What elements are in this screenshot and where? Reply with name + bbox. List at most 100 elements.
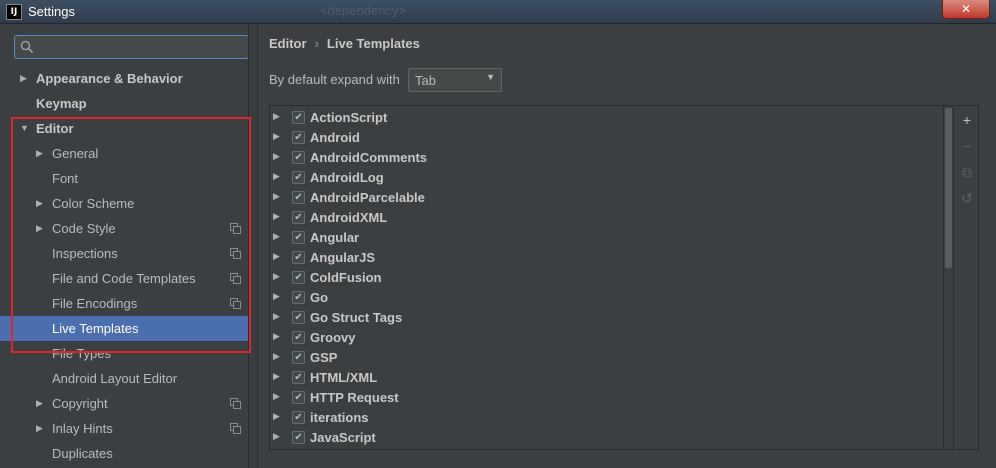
template-group-row[interactable]: ▶ ✔ AndroidComments [270, 148, 940, 168]
template-group-row[interactable]: ▶ ✔ AngularJS [270, 248, 940, 268]
expand-arrow-icon[interactable]: ▶ [273, 131, 280, 142]
remove-icon[interactable]: − [957, 136, 977, 156]
sidebar-scrollbar[interactable] [248, 24, 257, 468]
template-group-row[interactable]: ▶ ✔ Groovy [270, 328, 940, 348]
template-group-row[interactable]: ▶ ✔ HTML/XML [270, 368, 940, 388]
sidebar-item-label: Font [52, 171, 79, 186]
expand-arrow-icon[interactable]: ▶ [273, 211, 280, 222]
add-icon[interactable]: + [957, 110, 977, 130]
template-group-checkbox[interactable]: ✔ [292, 311, 305, 324]
expand-arrow-icon[interactable]: ▶ [273, 331, 280, 342]
window-title-bar: IJ Settings <dependency> ✕ [0, 0, 996, 24]
sidebar-item-duplicates[interactable]: Duplicates [0, 441, 257, 466]
expand-arrow-icon[interactable]: ▶ [273, 171, 280, 182]
sidebar-item-file-and-code-templates[interactable]: File and Code Templates [0, 266, 257, 291]
sidebar-item-general[interactable]: ▶ General [0, 141, 257, 166]
expand-arrow-icon[interactable]: ▶ [273, 351, 280, 362]
expand-arrow-icon[interactable]: ▶ [36, 416, 43, 441]
template-group-checkbox[interactable]: ✔ [292, 131, 305, 144]
expand-arrow-icon[interactable]: ▶ [273, 291, 280, 302]
expand-with-select[interactable]: Tab ▼ [408, 68, 502, 92]
sidebar-item-inspections[interactable]: Inspections [0, 241, 257, 266]
template-group-checkbox[interactable]: ✔ [292, 391, 305, 404]
sidebar-item-appearance-behavior[interactable]: ▶ Appearance & Behavior [0, 66, 257, 91]
expand-arrow-icon[interactable]: ▶ [20, 66, 27, 91]
expand-arrow-icon[interactable]: ▶ [273, 271, 280, 282]
template-group-checkbox[interactable]: ✔ [292, 191, 305, 204]
window-title: Settings [28, 4, 75, 19]
template-group-row[interactable]: ▶ ✔ Android [270, 128, 940, 148]
breadcrumb: Editor › Live Templates [269, 36, 420, 51]
template-group-checkbox[interactable]: ✔ [292, 431, 305, 444]
expand-arrow-icon[interactable]: ▶ [273, 251, 280, 262]
expand-arrow-icon[interactable]: ▶ [36, 391, 43, 416]
template-group-row[interactable]: ▶ ✔ ActionScript [270, 108, 940, 128]
template-group-row[interactable]: ▶ ✔ AndroidLog [270, 168, 940, 188]
sidebar-item-keymap[interactable]: Keymap [0, 91, 257, 116]
template-group-name: HTTP Request [310, 390, 399, 405]
settings-search-box[interactable] [14, 35, 249, 59]
breadcrumb-parent[interactable]: Editor [269, 36, 307, 51]
sidebar-item-android-layout-editor[interactable]: Android Layout Editor [0, 366, 257, 391]
sidebar-item-inlay-hints[interactable]: ▶ Inlay Hints [0, 416, 257, 441]
sidebar-item-font[interactable]: Font [0, 166, 257, 191]
template-group-checkbox[interactable]: ✔ [292, 211, 305, 224]
template-group-row[interactable]: ▶ ✔ GSP [270, 348, 940, 368]
expand-arrow-icon[interactable]: ▶ [273, 371, 280, 382]
template-group-checkbox[interactable]: ✔ [292, 111, 305, 124]
expand-arrow-icon[interactable]: ▶ [36, 141, 43, 166]
sidebar-item-label: File Encodings [52, 296, 138, 311]
sidebar-item-code-style[interactable]: ▶ Code Style [0, 216, 257, 241]
template-group-name: ActionScript [310, 110, 388, 125]
template-group-row[interactable]: ▶ ✔ ColdFusion [270, 268, 940, 288]
sidebar-item-color-scheme[interactable]: ▶ Color Scheme [0, 191, 257, 216]
template-group-checkbox[interactable]: ✔ [292, 251, 305, 264]
expand-arrow-icon[interactable]: ▶ [273, 151, 280, 162]
expand-arrow-icon[interactable]: ▶ [36, 216, 43, 241]
template-group-row[interactable]: ▶ ✔ AndroidXML [270, 208, 940, 228]
sidebar-item-live-templates[interactable]: Live Templates [0, 316, 257, 341]
template-group-name: HTML/XML [310, 370, 378, 385]
template-group-checkbox[interactable]: ✔ [292, 151, 305, 164]
sidebar-item-label: Inspections [52, 246, 118, 261]
template-group-row[interactable]: ▶ ✔ iterations [270, 408, 940, 428]
collapse-arrow-icon[interactable]: ▼ [20, 116, 29, 141]
expand-with-value: Tab [415, 73, 436, 88]
expand-arrow-icon[interactable]: ▶ [273, 391, 280, 402]
expand-arrow-icon[interactable]: ▶ [273, 311, 280, 322]
breadcrumb-current: Live Templates [326, 36, 420, 51]
expand-arrow-icon[interactable]: ▶ [273, 431, 280, 442]
close-window-button[interactable]: ✕ [942, 0, 990, 19]
sidebar-item-editor[interactable]: ▼ Editor [0, 116, 257, 141]
template-group-checkbox[interactable]: ✔ [292, 411, 305, 424]
template-group-checkbox[interactable]: ✔ [292, 351, 305, 364]
template-group-checkbox[interactable]: ✔ [292, 291, 305, 304]
sidebar-item-label: Code Style [52, 221, 116, 236]
template-group-row[interactable]: ▶ ✔ Go Struct Tags [270, 308, 940, 328]
copy-icon[interactable]: ⧉ [957, 162, 977, 182]
restore-icon[interactable]: ↺ [957, 188, 977, 208]
template-group-checkbox[interactable]: ✔ [292, 331, 305, 344]
template-group-checkbox[interactable]: ✔ [292, 371, 305, 384]
project-scope-icon [230, 423, 241, 434]
template-group-row[interactable]: ▶ ✔ Go [270, 288, 940, 308]
sidebar-item-copyright[interactable]: ▶ Copyright [0, 391, 257, 416]
template-group-row[interactable]: ▶ ✔ HTTP Request [270, 388, 940, 408]
sidebar-item-file-types[interactable]: File Types [0, 341, 257, 366]
template-group-row[interactable]: ▶ ✔ JavaScript [270, 428, 940, 448]
expand-arrow-icon[interactable]: ▶ [273, 411, 280, 422]
template-group-checkbox[interactable]: ✔ [292, 231, 305, 244]
template-group-row[interactable]: ▶ ✔ AndroidParcelable [270, 188, 940, 208]
sidebar-item-file-encodings[interactable]: File Encodings [0, 291, 257, 316]
expand-arrow-icon[interactable]: ▶ [36, 191, 43, 216]
sidebar-item-label: Color Scheme [52, 196, 135, 211]
template-group-name: AndroidParcelable [310, 190, 425, 205]
template-list-scrollbar-thumb[interactable] [945, 108, 952, 268]
template-group-row[interactable]: ▶ ✔ Angular [270, 228, 940, 248]
settings-search-input[interactable] [41, 38, 241, 56]
template-group-checkbox[interactable]: ✔ [292, 271, 305, 284]
template-group-checkbox[interactable]: ✔ [292, 171, 305, 184]
expand-arrow-icon[interactable]: ▶ [273, 231, 280, 242]
expand-arrow-icon[interactable]: ▶ [273, 191, 280, 202]
expand-arrow-icon[interactable]: ▶ [273, 111, 280, 122]
